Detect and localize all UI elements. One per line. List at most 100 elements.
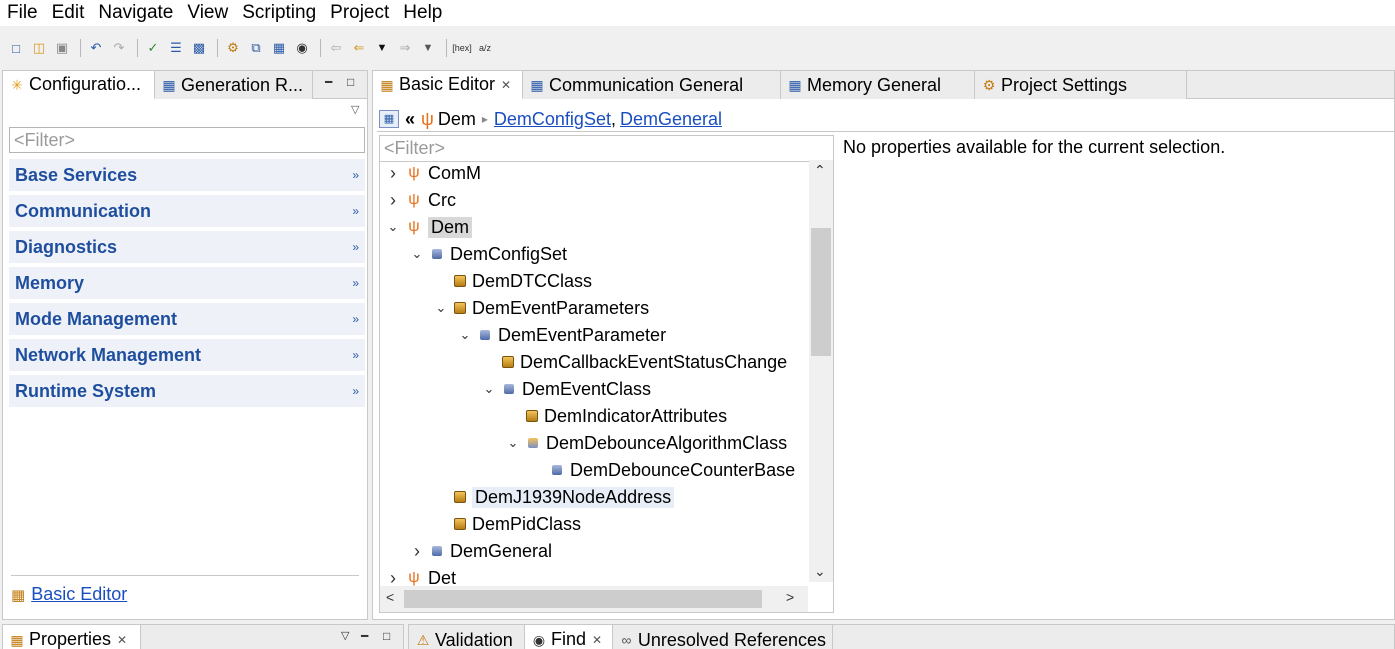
menu-navigate[interactable]: Navigate — [91, 0, 180, 26]
forward-dropdown-icon[interactable]: ▼ — [418, 38, 438, 58]
menu-edit[interactable]: Edit — [45, 0, 92, 26]
expand-arrow-icon[interactable]: › — [386, 190, 400, 211]
category-communication[interactable]: Communication » — [9, 195, 365, 227]
tab-basic-editor[interactable]: ▦ Basic Editor ✕ — [373, 71, 523, 99]
breadcrumb-link-demgeneral[interactable]: DemGeneral — [620, 109, 722, 130]
tab-label: Configuratio... — [29, 74, 142, 94]
binoculars-icon[interactable]: ◉ — [292, 38, 312, 58]
maximize-icon[interactable]: □ — [347, 75, 354, 89]
collapse-icon[interactable]: « — [405, 109, 415, 130]
collapse-arrow-icon[interactable]: ⌄ — [410, 246, 424, 262]
tree-item[interactable]: ⌄ DemDebounceAlgorithmClass — [506, 430, 788, 456]
last-edit-icon[interactable]: ⇦ — [326, 38, 346, 58]
tree-item[interactable]: › ψ ComM — [386, 160, 481, 186]
category-memory[interactable]: Memory » — [9, 267, 365, 299]
minimize-icon[interactable]: ━ — [325, 75, 332, 89]
menu-view[interactable]: View — [180, 0, 235, 26]
expand-chevron-icon[interactable]: » — [352, 204, 359, 218]
menu-scripting[interactable]: Scripting — [235, 0, 323, 26]
tree-item[interactable]: ⌄ DemEventParameters — [434, 295, 650, 321]
forward-icon[interactable]: ⇒ — [395, 38, 415, 58]
menu-project[interactable]: Project — [323, 0, 396, 26]
collapse-arrow-icon[interactable]: ⌄ — [482, 381, 496, 397]
tab-communication-general[interactable]: ▦ Communication General — [523, 71, 781, 99]
maximize-icon[interactable]: □ — [383, 629, 390, 643]
tree-item[interactable]: ⌄ DemConfigSet — [410, 241, 568, 267]
tree-item[interactable]: DemDebounceCounterBase — [530, 457, 795, 483]
expand-chevron-icon[interactable]: » — [352, 312, 359, 326]
tree-item[interactable]: › DemGeneral — [410, 538, 552, 564]
menu-help[interactable]: Help — [396, 0, 449, 26]
expand-chevron-icon[interactable]: » — [352, 348, 359, 362]
tab-project-settings[interactable]: ⚙ Project Settings — [975, 71, 1187, 99]
back-icon[interactable]: ⇐ — [349, 38, 369, 58]
settings-icon[interactable]: ⚙ — [223, 38, 243, 58]
collapse-arrow-icon[interactable]: ⌄ — [434, 300, 448, 316]
expand-chevron-icon[interactable]: » — [352, 168, 359, 182]
tree-item[interactable]: ⌄ DemEventParameter — [458, 322, 667, 348]
new-file-icon[interactable]: □ — [6, 38, 26, 58]
tab-generation[interactable]: ▦ Generation R... — [155, 71, 313, 99]
horizontal-scroll-thumb[interactable] — [404, 590, 762, 608]
vertical-scroll-thumb[interactable] — [811, 228, 831, 356]
close-icon[interactable]: ✕ — [501, 78, 511, 92]
horizontal-scrollbar[interactable]: < > — [380, 586, 808, 612]
expand-arrow-icon[interactable]: › — [386, 163, 400, 184]
tree-item[interactable]: DemCallbackEventStatusChange — [482, 349, 787, 375]
collapse-arrow-icon[interactable]: ⌄ — [458, 327, 472, 343]
editor-icon[interactable]: ▦ — [269, 38, 289, 58]
show-tree-icon[interactable]: ▦ — [379, 110, 399, 128]
scroll-left-icon[interactable]: < — [386, 589, 394, 605]
breadcrumb-divider — [377, 131, 1394, 132]
scroll-right-icon[interactable]: > — [786, 589, 794, 605]
hex-icon[interactable]: [hex] — [452, 38, 472, 58]
tree-item[interactable]: DemJ1939NodeAddress — [434, 484, 675, 510]
tab-properties[interactable]: ▦ Properties ✕ — [3, 625, 141, 649]
expand-chevron-icon[interactable]: » — [352, 384, 359, 398]
close-icon[interactable]: ✕ — [117, 633, 127, 647]
tab-validation[interactable]: ⚠ Validation — [409, 625, 525, 649]
layers-icon[interactable]: ☰ — [166, 38, 186, 58]
collapse-arrow-icon[interactable]: ⌄ — [506, 435, 520, 451]
menu-file[interactable]: File — [0, 0, 45, 26]
tree-item[interactable]: ⌄ ψ Dem — [386, 214, 473, 240]
copy-icon[interactable]: ⧉ — [246, 38, 266, 58]
redo-icon[interactable]: ↷ — [109, 38, 129, 58]
scroll-down-icon[interactable]: ⌄ — [814, 563, 826, 580]
expand-chevron-icon[interactable]: » — [352, 276, 359, 290]
tab-memory-general[interactable]: ▦ Memory General — [781, 71, 975, 99]
tab-configuration[interactable]: ✳ Configuratio... — [3, 71, 155, 99]
tree-item[interactable]: ⌄ DemEventClass — [482, 376, 652, 402]
basic-editor-link[interactable]: Basic Editor — [31, 584, 127, 605]
breadcrumb-link-democonfigset[interactable]: DemConfigSet — [494, 109, 611, 130]
category-runtime-system[interactable]: Runtime System » — [9, 375, 365, 407]
scroll-up-icon[interactable]: ⌃ — [814, 162, 826, 179]
close-icon[interactable]: ✕ — [592, 633, 602, 647]
tree-item[interactable]: DemDTCClass — [434, 268, 592, 294]
expand-arrow-icon[interactable]: › — [410, 541, 424, 562]
tree-filter-input[interactable]: <Filter> — [380, 136, 833, 162]
category-network-management[interactable]: Network Management » — [9, 339, 365, 371]
collapse-arrow-icon[interactable]: ⌄ — [386, 219, 400, 235]
generate-icon[interactable]: ▩ — [189, 38, 209, 58]
view-menu-icon[interactable]: ▽ — [351, 103, 359, 116]
validate-icon[interactable]: ✓ — [143, 38, 163, 58]
view-menu-icon[interactable]: ▽ — [341, 629, 349, 642]
tab-find[interactable]: ◉ Find ✕ — [525, 625, 613, 649]
save-icon[interactable]: ▣ — [52, 38, 72, 58]
category-mode-management[interactable]: Mode Management » — [9, 303, 365, 335]
sort-icon[interactable]: a/z — [475, 38, 495, 58]
tree-item[interactable]: DemIndicatorAttributes — [506, 403, 727, 429]
back-dropdown-icon[interactable]: ▼ — [372, 38, 392, 58]
vertical-scrollbar[interactable]: ⌃ ⌄ — [809, 160, 833, 582]
filter-input[interactable]: <Filter> — [9, 127, 365, 153]
undo-icon[interactable]: ↶ — [86, 38, 106, 58]
tree-item[interactable]: › ψ Crc — [386, 187, 456, 213]
tree-item[interactable]: DemPidClass — [434, 511, 581, 537]
category-diagnostics[interactable]: Diagnostics » — [9, 231, 365, 263]
expand-chevron-icon[interactable]: » — [352, 240, 359, 254]
open-folder-icon[interactable]: ◫ — [29, 38, 49, 58]
minimize-icon[interactable]: ━ — [361, 629, 368, 643]
category-base-services[interactable]: Base Services » — [9, 159, 365, 191]
tab-unresolved-references[interactable]: ∞ Unresolved References — [613, 625, 833, 649]
